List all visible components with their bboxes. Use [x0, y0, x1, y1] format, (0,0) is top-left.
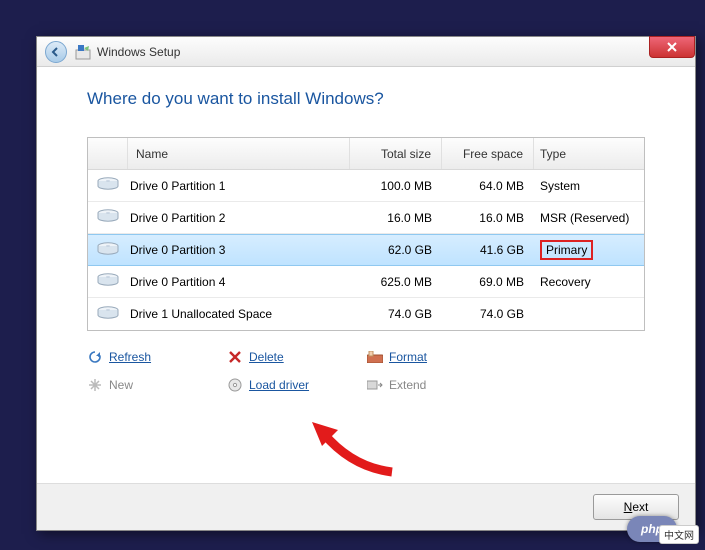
partition-type: Recovery	[534, 275, 644, 289]
extend-link: Extend	[367, 371, 507, 399]
setup-window: Windows Setup Where do you want to insta…	[36, 36, 696, 531]
table-header: Name Total size Free space Type	[88, 138, 644, 170]
partition-name: Drive 0 Partition 1	[128, 179, 350, 193]
partition-name: Drive 0 Partition 4	[128, 275, 350, 289]
content-area: Where do you want to install Windows? Na…	[37, 67, 695, 483]
col-total[interactable]: Total size	[350, 138, 442, 169]
col-name[interactable]: Name	[128, 138, 350, 169]
disk-icon	[88, 306, 128, 323]
partition-total: 16.0 MB	[350, 211, 442, 225]
delete-link[interactable]: Delete	[227, 343, 367, 371]
extend-icon	[367, 377, 383, 393]
format-icon	[367, 349, 383, 365]
close-button[interactable]	[649, 36, 695, 58]
format-link[interactable]: Format	[367, 343, 507, 371]
page-heading: Where do you want to install Windows?	[87, 89, 645, 109]
partition-free: 41.6 GB	[442, 243, 534, 257]
back-button[interactable]	[45, 41, 67, 63]
close-icon	[666, 42, 678, 52]
partition-total: 74.0 GB	[350, 307, 442, 321]
title-bar: Windows Setup	[37, 37, 695, 67]
disk-icon	[88, 273, 128, 290]
load-driver-link[interactable]: Load driver	[227, 371, 367, 399]
partition-free: 64.0 MB	[442, 179, 534, 193]
annotation-arrow	[312, 422, 397, 477]
col-type[interactable]: Type	[534, 138, 644, 169]
partition-type: MSR (Reserved)	[534, 211, 644, 225]
partition-name: Drive 0 Partition 3	[128, 243, 350, 257]
partition-free: 74.0 GB	[442, 307, 534, 321]
partition-free: 69.0 MB	[442, 275, 534, 289]
table-row[interactable]: Drive 0 Partition 216.0 MB16.0 MBMSR (Re…	[88, 202, 644, 234]
new-link: New	[87, 371, 227, 399]
action-bar: Refresh Delete Format New Load driver Ex…	[87, 343, 645, 399]
arrow-left-icon	[50, 46, 62, 58]
partition-type: System	[534, 179, 644, 193]
refresh-link[interactable]: Refresh	[87, 343, 227, 371]
partition-table: Name Total size Free space Type Drive 0 …	[87, 137, 645, 331]
table-row[interactable]: Drive 1 Unallocated Space74.0 GB74.0 GB	[88, 298, 644, 330]
partition-free: 16.0 MB	[442, 211, 534, 225]
disk-icon	[88, 242, 128, 259]
partition-name: Drive 1 Unallocated Space	[128, 307, 350, 321]
refresh-icon	[87, 349, 103, 365]
window-title: Windows Setup	[97, 45, 180, 59]
partition-type: Primary	[534, 240, 644, 260]
disk-icon	[88, 209, 128, 226]
windows-setup-icon	[75, 44, 91, 60]
disk-icon	[88, 177, 128, 194]
partition-total: 625.0 MB	[350, 275, 442, 289]
col-free[interactable]: Free space	[442, 138, 534, 169]
cd-icon	[227, 377, 243, 393]
partition-total: 100.0 MB	[350, 179, 442, 193]
new-icon	[87, 377, 103, 393]
watermark: php 中文网	[627, 514, 699, 544]
table-row[interactable]: Drive 0 Partition 362.0 GB41.6 GBPrimary	[88, 234, 644, 266]
delete-icon	[227, 349, 243, 365]
footer: Next	[37, 483, 695, 530]
table-row[interactable]: Drive 0 Partition 1100.0 MB64.0 MBSystem	[88, 170, 644, 202]
table-row[interactable]: Drive 0 Partition 4625.0 MB69.0 MBRecove…	[88, 266, 644, 298]
partition-name: Drive 0 Partition 2	[128, 211, 350, 225]
partition-total: 62.0 GB	[350, 243, 442, 257]
